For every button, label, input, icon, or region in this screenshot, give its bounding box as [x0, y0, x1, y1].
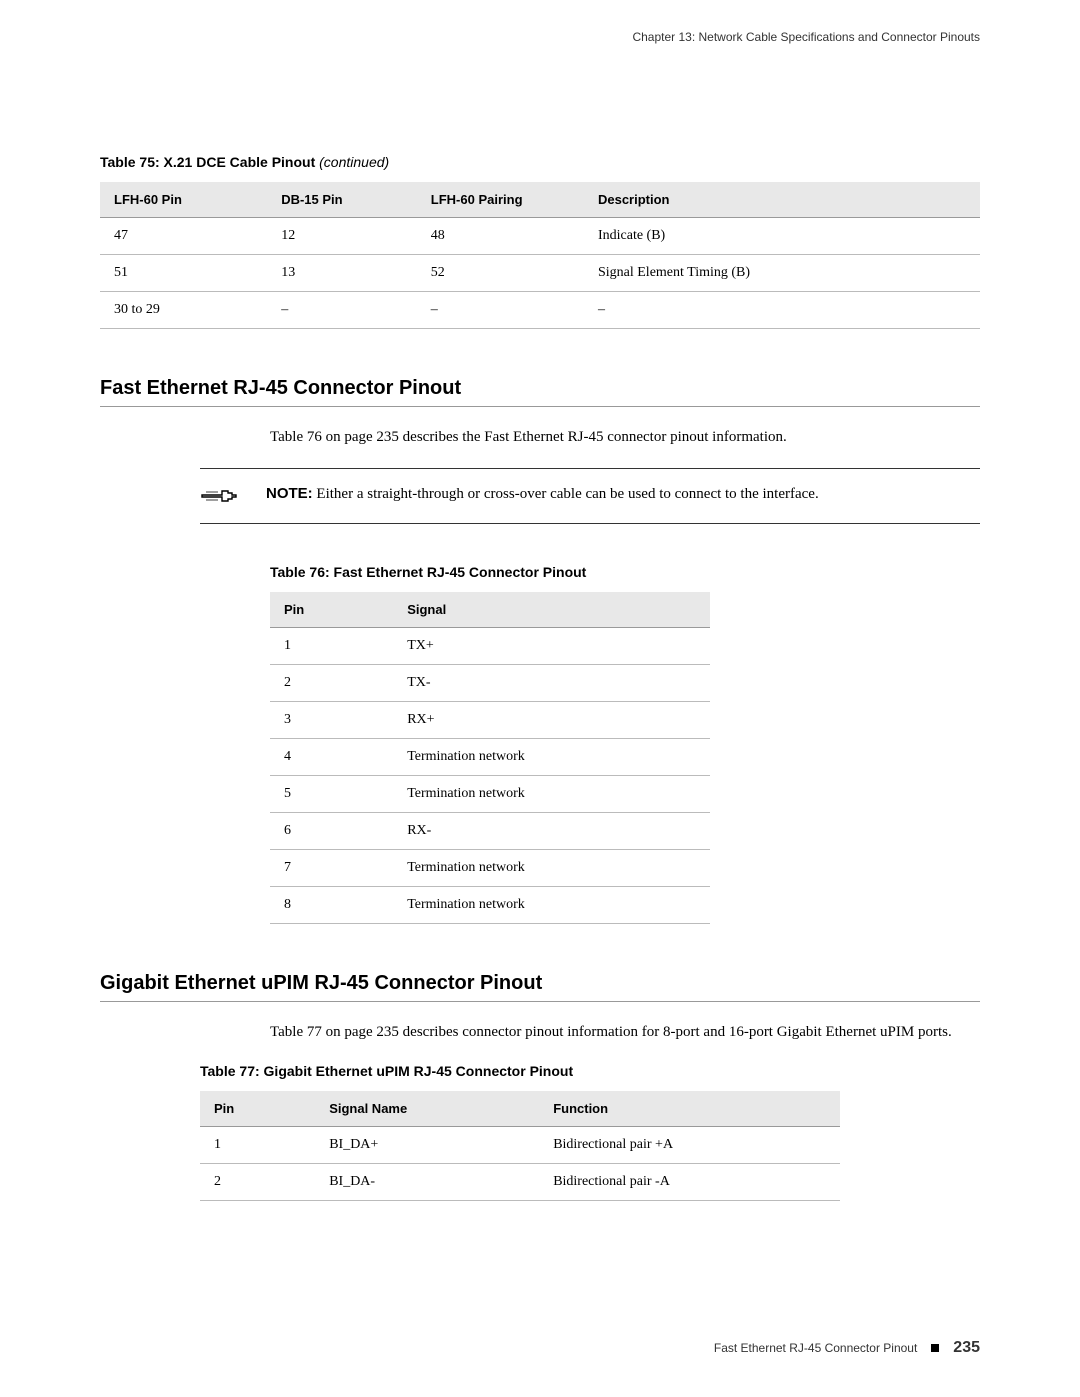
- table75-continued: (continued): [315, 154, 389, 170]
- cell: RX+: [393, 702, 710, 739]
- section-heading-gigabit: Gigabit Ethernet uPIM RJ-45 Connector Pi…: [100, 972, 980, 1002]
- table-row: 1TX+: [270, 628, 710, 665]
- table75-h2: LFH-60 Pairing: [417, 182, 584, 218]
- cell: –: [267, 292, 417, 329]
- cell: BI_DA-: [315, 1164, 539, 1201]
- cell: 5: [270, 776, 393, 813]
- cell: Bidirectional pair -A: [539, 1164, 840, 1201]
- cell: Bidirectional pair +A: [539, 1127, 840, 1164]
- table76-h0: Pin: [270, 592, 393, 628]
- cell: 6: [270, 813, 393, 850]
- section2-intro: Table 77 on page 235 describes connector…: [270, 1024, 980, 1041]
- table-row: 2TX-: [270, 665, 710, 702]
- cell: 51: [100, 255, 267, 292]
- table75-title-text: Table 75: X.21 DCE Cable Pinout: [100, 154, 315, 170]
- cell: 4: [270, 739, 393, 776]
- note-body: Either a straight-through or cross-over …: [313, 486, 819, 502]
- cell: 1: [200, 1127, 315, 1164]
- cell: 52: [417, 255, 584, 292]
- table75-h3: Description: [584, 182, 980, 218]
- table77-title: Table 77: Gigabit Ethernet uPIM RJ-45 Co…: [200, 1063, 980, 1079]
- chapter-header: Chapter 13: Network Cable Specifications…: [100, 30, 980, 44]
- section-heading-fast-ethernet: Fast Ethernet RJ-45 Connector Pinout: [100, 377, 980, 407]
- cell: Termination network: [393, 776, 710, 813]
- table75: LFH-60 Pin DB-15 Pin LFH-60 Pairing Desc…: [100, 182, 980, 329]
- cell: Termination network: [393, 739, 710, 776]
- page-footer: Fast Ethernet RJ-45 Connector Pinout 235: [714, 1339, 980, 1357]
- cell: 3: [270, 702, 393, 739]
- table-row: 4Termination network: [270, 739, 710, 776]
- table76-title: Table 76: Fast Ethernet RJ-45 Connector …: [270, 564, 980, 580]
- cell: 8: [270, 887, 393, 924]
- cell: 48: [417, 218, 584, 255]
- table77-h2: Function: [539, 1091, 840, 1127]
- cell: 2: [270, 665, 393, 702]
- table76-h1: Signal: [393, 592, 710, 628]
- cell: 30 to 29: [100, 292, 267, 329]
- cell: Termination network: [393, 887, 710, 924]
- section1-intro: Table 76 on page 235 describes the Fast …: [270, 429, 980, 446]
- cell: 1: [270, 628, 393, 665]
- cell: TX-: [393, 665, 710, 702]
- table-row: 8Termination network: [270, 887, 710, 924]
- table77-h1: Signal Name: [315, 1091, 539, 1127]
- table-row: 51 13 52 Signal Element Timing (B): [100, 255, 980, 292]
- cell: Indicate (B): [584, 218, 980, 255]
- table76: Pin Signal 1TX+ 2TX- 3RX+ 4Termination n…: [270, 592, 710, 924]
- table-row: 7Termination network: [270, 850, 710, 887]
- cell: Signal Element Timing (B): [584, 255, 980, 292]
- cell: Termination network: [393, 850, 710, 887]
- table-row: 6RX-: [270, 813, 710, 850]
- table-row: 30 to 29 – – –: [100, 292, 980, 329]
- cell: TX+: [393, 628, 710, 665]
- cell: –: [584, 292, 980, 329]
- cell: RX-: [393, 813, 710, 850]
- table-row: 5Termination network: [270, 776, 710, 813]
- table77: Pin Signal Name Function 1 BI_DA+ Bidire…: [200, 1091, 840, 1201]
- cell: 12: [267, 218, 417, 255]
- table75-h0: LFH-60 Pin: [100, 182, 267, 218]
- footer-square-icon: [931, 1344, 939, 1352]
- hand-point-icon: [200, 483, 244, 509]
- cell: 7: [270, 850, 393, 887]
- cell: –: [417, 292, 584, 329]
- table75-title: Table 75: X.21 DCE Cable Pinout (continu…: [100, 154, 980, 170]
- note-block: NOTE: Either a straight-through or cross…: [200, 468, 980, 524]
- cell: 47: [100, 218, 267, 255]
- page-number: 235: [953, 1339, 980, 1357]
- table-row: 1 BI_DA+ Bidirectional pair +A: [200, 1127, 840, 1164]
- cell: 2: [200, 1164, 315, 1201]
- table-row: 2 BI_DA- Bidirectional pair -A: [200, 1164, 840, 1201]
- table75-h1: DB-15 Pin: [267, 182, 417, 218]
- table-row: 47 12 48 Indicate (B): [100, 218, 980, 255]
- table-row: 3RX+: [270, 702, 710, 739]
- cell: BI_DA+: [315, 1127, 539, 1164]
- footer-label: Fast Ethernet RJ-45 Connector Pinout: [714, 1341, 917, 1355]
- note-label: NOTE:: [266, 485, 313, 502]
- note-text: NOTE: Either a straight-through or cross…: [266, 483, 819, 506]
- table77-h0: Pin: [200, 1091, 315, 1127]
- cell: 13: [267, 255, 417, 292]
